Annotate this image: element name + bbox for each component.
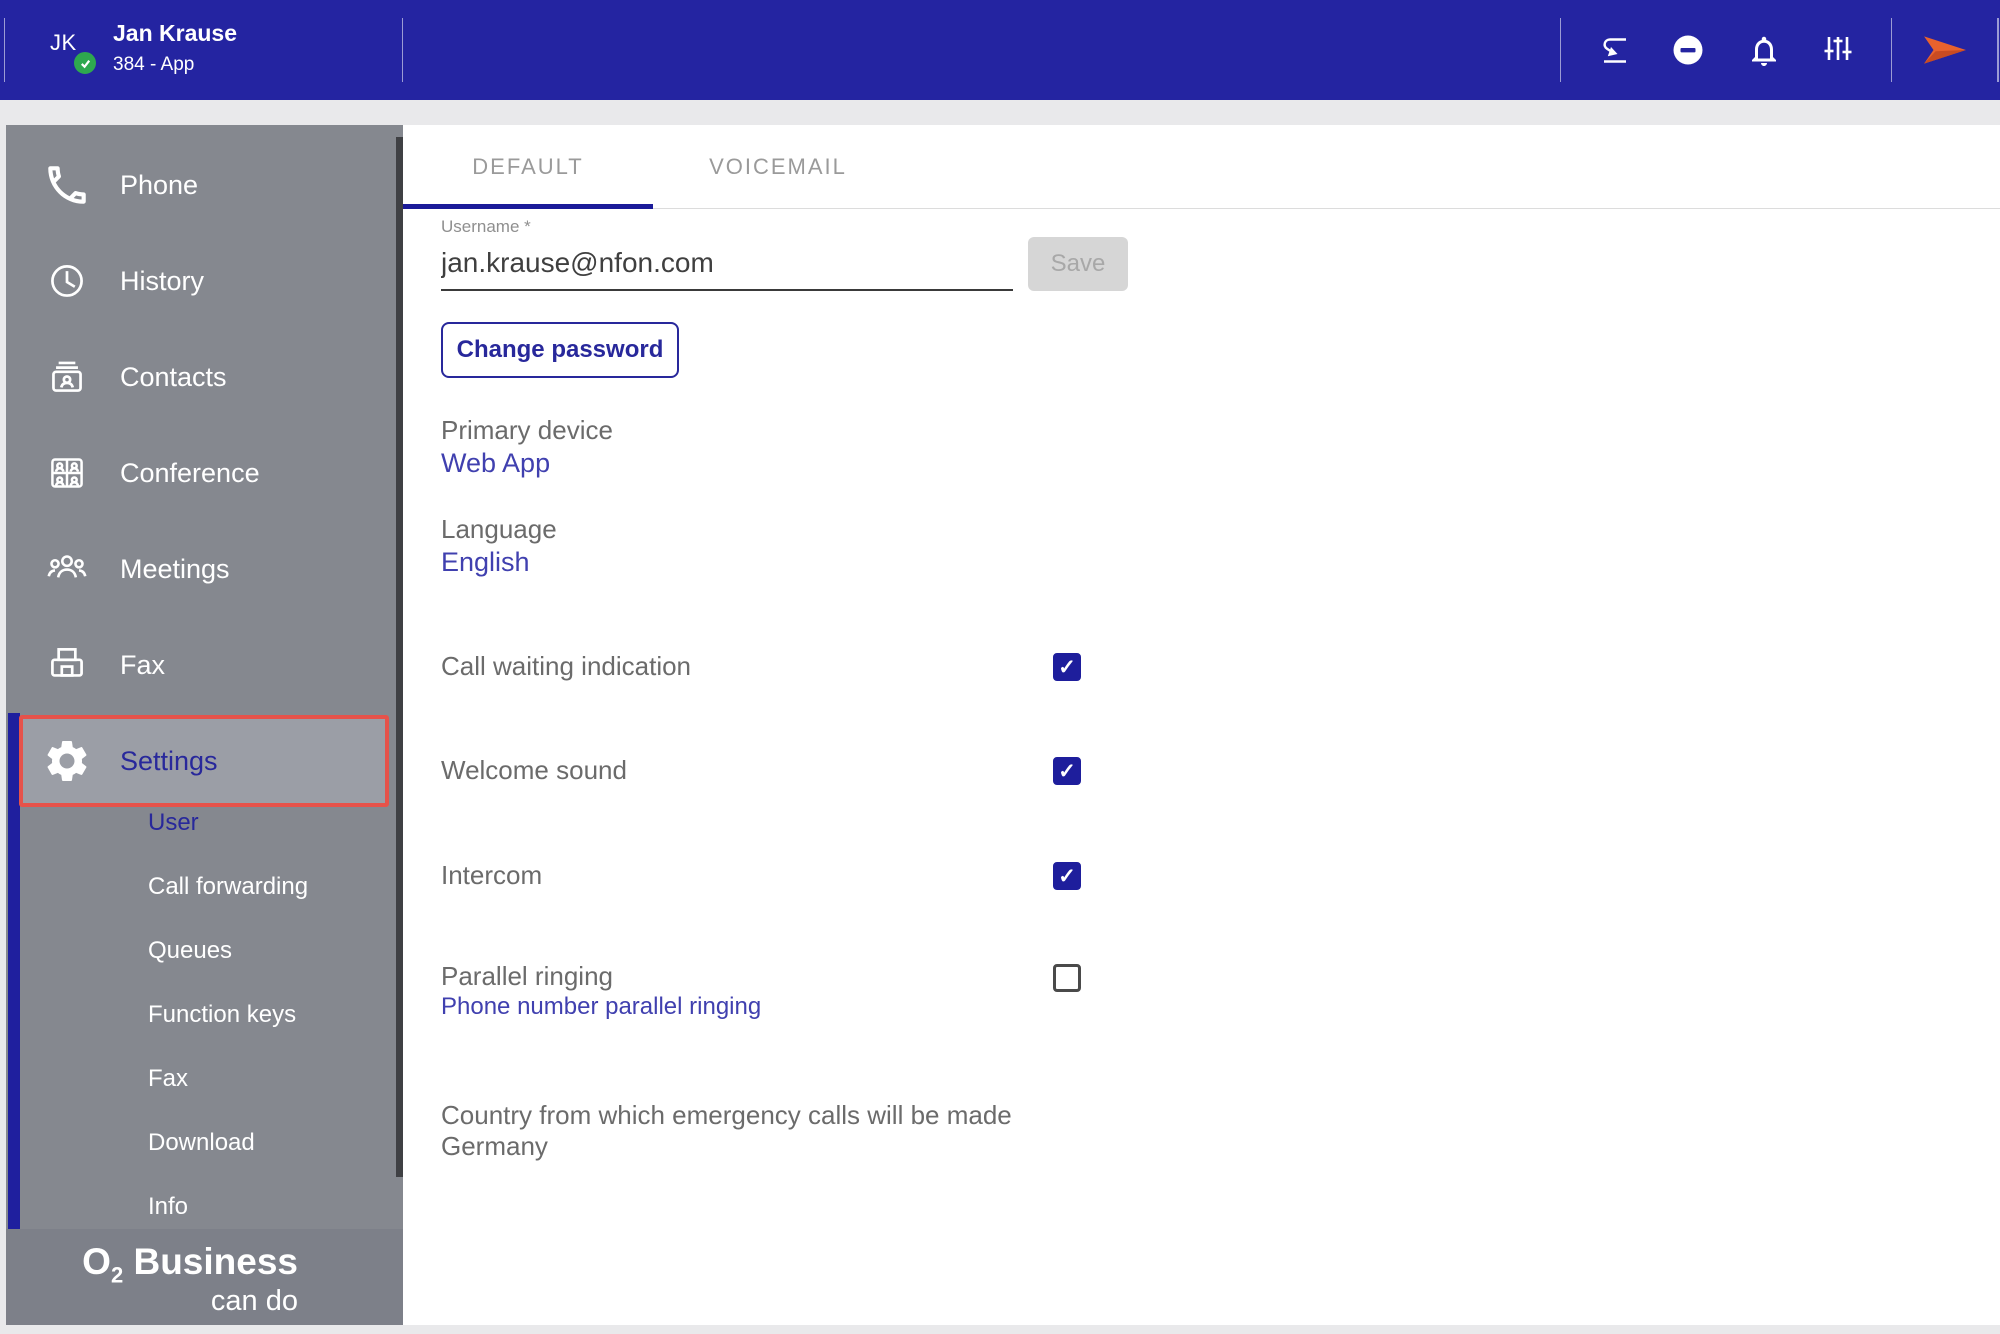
topbar-divider bbox=[1997, 18, 1999, 82]
tune-sliders-icon bbox=[1818, 30, 1858, 70]
topbar-divider bbox=[4, 18, 5, 82]
user-name: Jan Krause bbox=[113, 20, 238, 46]
parallel-ringing-link[interactable]: Phone number parallel ringing bbox=[441, 993, 761, 1021]
username-label: Username * bbox=[441, 217, 531, 236]
settings-submenu: User Call forwarding Queues Function key… bbox=[6, 791, 403, 1239]
o2-business-logo: O2 Business bbox=[82, 1241, 298, 1288]
audio-settings-button[interactable] bbox=[1818, 30, 1858, 70]
user-extension: 384 - App bbox=[113, 54, 195, 75]
meetings-people-icon bbox=[42, 544, 92, 594]
dnd-status-icon bbox=[1668, 30, 1708, 70]
sidebar-subitem-function-keys[interactable]: Function keys bbox=[6, 983, 403, 1047]
language-label: Language bbox=[441, 514, 557, 544]
sidebar-item-contacts[interactable]: Contacts bbox=[6, 329, 403, 425]
sidebar-subitem-queues[interactable]: Queues bbox=[6, 919, 403, 983]
settings-gear-icon bbox=[42, 736, 92, 786]
sidebar-subitem-download[interactable]: Download bbox=[6, 1111, 403, 1175]
call-pull-icon bbox=[1593, 30, 1633, 70]
contacts-card-icon bbox=[42, 352, 92, 402]
welcome-sound-checkbox[interactable] bbox=[1053, 757, 1081, 785]
call-waiting-label: Call waiting indication bbox=[441, 651, 692, 681]
save-button[interactable]: Save bbox=[1028, 237, 1128, 291]
sidebar-item-fax[interactable]: Fax bbox=[6, 617, 403, 713]
phone-icon bbox=[42, 160, 92, 210]
welcome-sound-label: Welcome sound bbox=[441, 755, 627, 785]
sidebar-item-history[interactable]: History bbox=[6, 233, 403, 329]
topbar-divider bbox=[1560, 18, 1561, 82]
sidebar-subitem-user[interactable]: User bbox=[6, 791, 403, 855]
main-panel: DEFAULT VOICEMAIL Username * Save Change… bbox=[403, 125, 2000, 1325]
change-password-button[interactable]: Change password bbox=[441, 322, 679, 378]
sidebar-item-meetings[interactable]: Meetings bbox=[6, 521, 403, 617]
conference-grid-icon bbox=[42, 448, 92, 498]
call-waiting-checkbox[interactable] bbox=[1053, 653, 1081, 681]
sidebar-subitem-fax[interactable]: Fax bbox=[6, 1047, 403, 1111]
intercom-checkbox[interactable] bbox=[1053, 862, 1081, 890]
topbar-divider bbox=[1891, 18, 1892, 82]
sidebar-item-phone[interactable]: Phone bbox=[6, 137, 403, 233]
emergency-country-value: Germany bbox=[441, 1131, 548, 1161]
tab-default[interactable]: DEFAULT bbox=[403, 125, 653, 209]
topbar-divider bbox=[402, 18, 403, 82]
brand-slogan: can do bbox=[210, 1285, 298, 1317]
parallel-ringing-label: Parallel ringing bbox=[441, 961, 613, 991]
history-clock-icon bbox=[42, 256, 92, 306]
brand-arrow-logo-icon bbox=[1922, 33, 1968, 67]
parallel-ringing-checkbox[interactable] bbox=[1053, 964, 1081, 992]
emergency-country-label: Country from which emergency calls will … bbox=[441, 1100, 1012, 1130]
notifications-icon bbox=[1744, 33, 1784, 69]
brand-footer: O2 Business can do bbox=[6, 1229, 403, 1325]
dnd-status-button[interactable] bbox=[1668, 30, 1708, 70]
online-status-icon bbox=[74, 52, 96, 74]
avatar-initials: JK bbox=[50, 30, 77, 55]
call-pull-button[interactable] bbox=[1593, 30, 1633, 70]
topbar: JK Jan Krause 384 - App bbox=[0, 0, 2000, 100]
sidebar-item-conference[interactable]: Conference bbox=[6, 425, 403, 521]
sidebar-nav: Phone History Contacts Conference Meetin… bbox=[6, 137, 403, 809]
sidebar: Phone History Contacts Conference Meetin… bbox=[6, 125, 403, 1325]
fax-printer-icon bbox=[42, 640, 92, 690]
tab-strip: DEFAULT VOICEMAIL bbox=[403, 125, 2000, 209]
settings-form: Username * Save Change password Primary … bbox=[403, 209, 2000, 1325]
primary-device-link[interactable]: Web App bbox=[441, 448, 550, 479]
sidebar-scrollbar[interactable] bbox=[396, 137, 403, 1177]
intercom-label: Intercom bbox=[441, 860, 543, 890]
username-input[interactable] bbox=[441, 237, 1013, 291]
avatar[interactable]: JK bbox=[44, 22, 108, 80]
sidebar-subitem-call-forwarding[interactable]: Call forwarding bbox=[6, 855, 403, 919]
primary-device-label: Primary device bbox=[441, 415, 613, 445]
notifications-button[interactable] bbox=[1744, 31, 1784, 71]
language-link[interactable]: English bbox=[441, 547, 530, 578]
tab-voicemail[interactable]: VOICEMAIL bbox=[653, 125, 903, 209]
